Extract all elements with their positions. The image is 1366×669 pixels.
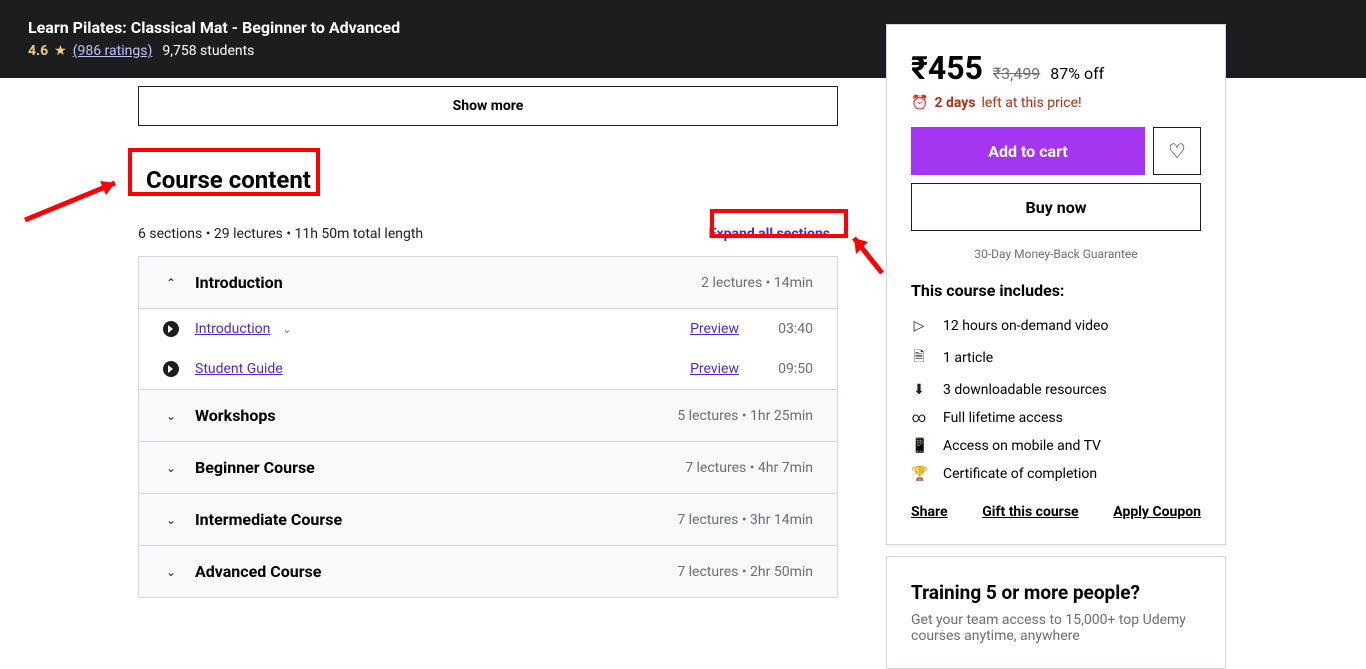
- section-title: Introduction: [195, 273, 701, 292]
- includes-icon: ▷: [911, 318, 927, 334]
- chevron-up-icon: ⌃: [163, 276, 179, 290]
- includes-icon: 🏆: [911, 466, 927, 482]
- section-header[interactable]: ⌄ Advanced Course7 lectures • 2hr 50min: [139, 546, 837, 597]
- original-price: ₹3,499: [993, 64, 1040, 83]
- lecture-row: Student Guide Preview 09:50: [139, 349, 837, 389]
- course-content-heading: Course content: [138, 162, 319, 198]
- section-header[interactable]: ⌄ Workshops5 lectures • 1hr 25min: [139, 390, 837, 442]
- includes-icon: 🗎: [911, 346, 927, 370]
- main-content: Show more Course content 6 sections • 29…: [138, 86, 838, 598]
- buy-now-button[interactable]: Buy now: [911, 183, 1201, 231]
- section-meta: 7 lectures • 4hr 7min: [685, 460, 813, 476]
- students-count: 9,758 students: [162, 43, 254, 59]
- includes-list: ▷ 12 hours on-demand video 🗎 1 article ⬇ 3 do…: [911, 312, 1201, 488]
- includes-heading: This course includes:: [911, 281, 1201, 300]
- section-title: Advanced Course: [195, 562, 677, 581]
- includes-icon: 📱: [911, 438, 927, 454]
- includes-item: 🗎 1 article: [911, 340, 1201, 376]
- purchase-sidebar: ₹455 ₹3,499 87% off ⏰ 2 days left at thi…: [886, 24, 1226, 545]
- lecture-row: Introduction ⌄ Preview 03:40: [139, 309, 837, 349]
- includes-item: 📱 Access on mobile and TV: [911, 432, 1201, 460]
- chevron-down-icon: ⌄: [163, 409, 179, 423]
- section-meta: 7 lectures • 3hr 14min: [677, 512, 813, 528]
- wishlist-button[interactable]: ♡: [1153, 127, 1201, 175]
- coupon-link[interactable]: Apply Coupon: [1113, 504, 1201, 520]
- lecture-link[interactable]: Introduction: [195, 321, 270, 337]
- section-title: Beginner Course: [195, 458, 685, 477]
- lecture-list: Introduction ⌄ Preview 03:40 Student Guide Pr…: [139, 309, 837, 390]
- preview-link[interactable]: Preview: [690, 361, 739, 377]
- training-text: Get your team access to 15,000+ top Udem…: [911, 612, 1201, 644]
- rating-value: 4.6: [28, 43, 48, 59]
- includes-text: Certificate of completion: [943, 466, 1097, 482]
- percent-off: 87% off: [1050, 64, 1104, 83]
- lecture-duration: 09:50: [771, 361, 813, 377]
- ratings-link[interactable]: (986 ratings): [73, 43, 153, 59]
- includes-text: 3 downloadable resources: [943, 382, 1107, 398]
- section-title: Workshops: [195, 406, 677, 425]
- section-meta: 7 lectures • 2hr 50min: [677, 564, 813, 580]
- training-heading: Training 5 or more people?: [911, 581, 1201, 604]
- chevron-down-icon: ⌄: [163, 513, 179, 527]
- share-link[interactable]: Share: [911, 504, 948, 520]
- heart-icon: ♡: [1168, 139, 1186, 163]
- gift-link[interactable]: Gift this course: [982, 504, 1078, 520]
- section-header[interactable]: ⌄ Beginner Course7 lectures • 4hr 7min: [139, 442, 837, 494]
- deadline-days: 2 days: [934, 95, 975, 111]
- includes-item: 🏆 Certificate of completion: [911, 460, 1201, 488]
- includes-icon: ⬇: [911, 382, 927, 398]
- price-deadline: ⏰ 2 days left at this price!: [911, 95, 1201, 111]
- includes-text: 1 article: [943, 350, 993, 366]
- play-icon: [163, 321, 179, 337]
- lecture-link[interactable]: Student Guide: [195, 361, 283, 377]
- course-content-meta: 6 sections • 29 lectures • 11h 50m total…: [138, 226, 423, 242]
- guarantee-text: 30-Day Money-Back Guarantee: [911, 247, 1201, 261]
- includes-item: ▷ 12 hours on-demand video: [911, 312, 1201, 340]
- includes-text: Access on mobile and TV: [943, 438, 1101, 454]
- chevron-down-icon: ⌄: [163, 461, 179, 475]
- deadline-text: left at this price!: [981, 95, 1081, 111]
- chevron-down-icon: ⌄: [163, 565, 179, 579]
- section-header[interactable]: ⌃ Introduction2 lectures • 14min: [139, 257, 837, 309]
- sections-list: ⌃Introduction2 lectures • 14minIntroduct…: [138, 256, 838, 598]
- section-meta: 2 lectures • 14min: [701, 275, 813, 291]
- star-icon: ★: [54, 43, 67, 59]
- price: ₹455: [911, 49, 983, 87]
- lecture-duration: 03:40: [771, 321, 813, 337]
- includes-item: ∞ Full lifetime access: [911, 404, 1201, 432]
- includes-icon: ∞: [911, 410, 927, 426]
- show-more-button[interactable]: Show more: [138, 86, 838, 126]
- chevron-down-icon[interactable]: ⌄: [282, 323, 291, 336]
- section-header[interactable]: ⌄ Intermediate Course7 lectures • 3hr 14m…: [139, 494, 837, 546]
- includes-text: 12 hours on-demand video: [943, 318, 1108, 334]
- section-meta: 5 lectures • 1hr 25min: [677, 408, 813, 424]
- add-to-cart-button[interactable]: Add to cart: [911, 127, 1145, 175]
- includes-text: Full lifetime access: [943, 410, 1063, 426]
- section-title: Intermediate Course: [195, 510, 677, 529]
- expand-all-link[interactable]: Expand all sections: [701, 222, 838, 246]
- alarm-icon: ⏰: [911, 95, 928, 111]
- includes-item: ⬇ 3 downloadable resources: [911, 376, 1201, 404]
- play-icon: [163, 361, 179, 377]
- preview-link[interactable]: Preview: [690, 321, 739, 337]
- training-box: Training 5 or more people? Get your team…: [886, 556, 1226, 669]
